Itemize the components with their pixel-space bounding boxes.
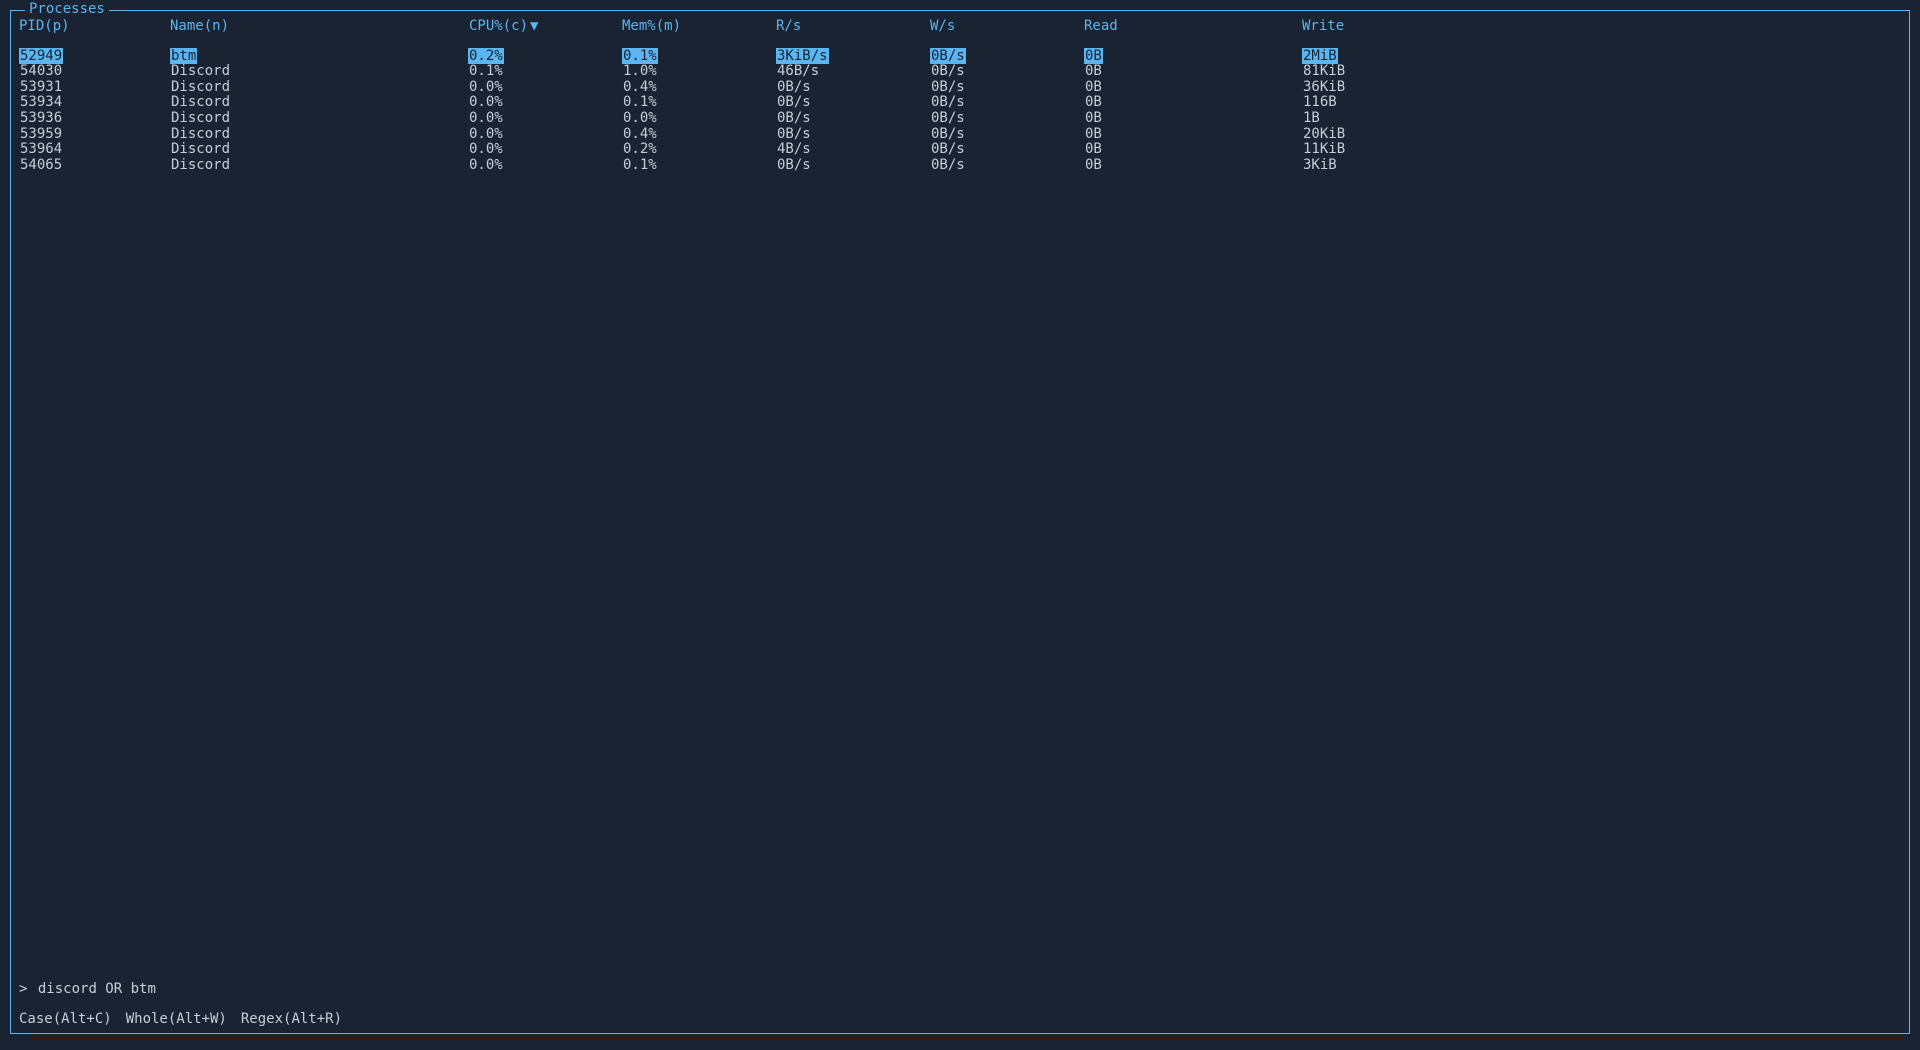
cell-write: 11KiB	[1302, 142, 1482, 157]
cell-name: Discord	[170, 127, 468, 142]
cell-ws: 0B/s	[930, 127, 1084, 142]
header-read[interactable]: Read	[1084, 19, 1302, 34]
cell-ws: 0B/s	[930, 111, 1084, 126]
header-write[interactable]: Write	[1302, 19, 1482, 34]
cell-read: 0B	[1084, 142, 1302, 157]
cell-ws: 0B/s	[930, 142, 1084, 157]
cell-rs: 0B/s	[776, 127, 930, 142]
cell-mem: 0.1%	[622, 95, 776, 110]
cell-rs: 46B/s	[776, 64, 930, 79]
search-options: Case(Alt+C) Whole(Alt+W) Regex(Alt+R)	[19, 1012, 356, 1027]
cell-write: 1B	[1302, 111, 1482, 126]
cell-read: 0B	[1084, 95, 1302, 110]
cell-rs: 0B/s	[776, 80, 930, 95]
cell-mem: 0.1%	[622, 158, 776, 173]
cell-cpu: 0.0%	[468, 142, 622, 157]
cell-read: 0B	[1084, 80, 1302, 95]
search-prompt-icon: >	[19, 981, 27, 997]
header-mem[interactable]: Mem%(m)	[622, 19, 776, 34]
search-input[interactable]: discord OR btm	[38, 981, 156, 997]
table-row[interactable]: 54065Discord0.0%0.1%0B/s0B/s0B3KiB	[15, 158, 1905, 174]
table-row[interactable]: 53934Discord0.0%0.1%0B/s0B/s0B116B	[15, 95, 1905, 111]
cell-pid: 53934	[15, 95, 170, 110]
cell-mem: 1.0%	[622, 64, 776, 79]
header-ws[interactable]: W/s	[930, 19, 1084, 34]
cell-mem: 0.4%	[622, 127, 776, 142]
cell-write: 20KiB	[1302, 127, 1482, 142]
option-regex[interactable]: Regex(Alt+R)	[241, 1011, 342, 1027]
table-row[interactable]: 53931Discord0.0%0.4%0B/s0B/s0B36KiB	[15, 80, 1905, 96]
table-body: 52949btm0.2%0.1%3KiB/s0B/s0B2MiB54030Dis…	[15, 49, 1905, 174]
cell-pid: 54030	[15, 64, 170, 79]
header-rs[interactable]: R/s	[776, 19, 930, 34]
cell-cpu: 0.1%	[468, 64, 622, 79]
cell-mem: 0.0%	[622, 111, 776, 126]
cell-cpu: 0.0%	[468, 158, 622, 173]
cell-rs: 4B/s	[776, 142, 930, 157]
option-whole[interactable]: Whole(Alt+W)	[126, 1011, 227, 1027]
table-row[interactable]: 53964Discord0.0%0.2%4B/s0B/s0B11KiB	[15, 142, 1905, 158]
cell-rs: 0B/s	[776, 111, 930, 126]
cell-read: 0B	[1084, 49, 1302, 64]
cell-read: 0B	[1084, 64, 1302, 79]
cell-write: 116B	[1302, 95, 1482, 110]
cell-name: Discord	[170, 80, 468, 95]
process-table: PID(p)Name(n)CPU%(c)▼Mem%(m)R/sW/sReadWr…	[15, 19, 1905, 173]
cell-ws: 0B/s	[930, 64, 1084, 79]
option-case[interactable]: Case(Alt+C)	[19, 1011, 112, 1027]
cell-rs: 3KiB/s	[776, 49, 930, 64]
cell-pid: 53936	[15, 111, 170, 126]
processes-panel: Processes PID(p)Name(n)CPU%(c)▼Mem%(m)R/…	[10, 10, 1910, 1034]
cell-mem: 0.1%	[622, 49, 776, 64]
cell-pid: 53964	[15, 142, 170, 157]
cell-pid: 53959	[15, 127, 170, 142]
table-row[interactable]: 53936Discord0.0%0.0%0B/s0B/s0B1B	[15, 111, 1905, 127]
cell-rs: 0B/s	[776, 158, 930, 173]
cell-mem: 0.4%	[622, 80, 776, 95]
cell-write: 36KiB	[1302, 80, 1482, 95]
cell-ws: 0B/s	[930, 80, 1084, 95]
cell-name: Discord	[170, 95, 468, 110]
cell-write: 3KiB	[1302, 158, 1482, 173]
cell-rs: 0B/s	[776, 95, 930, 110]
panel-title: Processes	[25, 2, 109, 17]
table-row[interactable]: 54030Discord0.1%1.0%46B/s0B/s0B81KiB	[15, 64, 1905, 80]
cell-mem: 0.2%	[622, 142, 776, 157]
cell-ws: 0B/s	[930, 158, 1084, 173]
cell-read: 0B	[1084, 127, 1302, 142]
cell-name: btm	[170, 49, 468, 64]
header-name[interactable]: Name(n)	[170, 19, 468, 34]
cell-write: 81KiB	[1302, 64, 1482, 79]
table-row[interactable]: 53959Discord0.0%0.4%0B/s0B/s0B20KiB	[15, 127, 1905, 143]
cell-read: 0B	[1084, 158, 1302, 173]
search-line[interactable]: > discord OR btm	[19, 982, 156, 997]
cell-pid: 53931	[15, 80, 170, 95]
header-cpu[interactable]: CPU%(c)▼	[468, 19, 622, 34]
cell-cpu: 0.2%	[468, 49, 622, 64]
cell-name: Discord	[170, 64, 468, 79]
cell-name: Discord	[170, 142, 468, 157]
cell-ws: 0B/s	[930, 95, 1084, 110]
cell-name: Discord	[170, 158, 468, 173]
sort-descending-icon: ▼	[529, 18, 539, 34]
cell-write: 2MiB	[1302, 49, 1482, 64]
table-row[interactable]: 52949btm0.2%0.1%3KiB/s0B/s0B2MiB	[15, 49, 1905, 65]
cell-ws: 0B/s	[930, 49, 1084, 64]
cell-read: 0B	[1084, 111, 1302, 126]
cell-cpu: 0.0%	[468, 80, 622, 95]
cell-pid: 54065	[15, 158, 170, 173]
table-header-row: PID(p)Name(n)CPU%(c)▼Mem%(m)R/sW/sReadWr…	[15, 19, 1905, 35]
header-pid[interactable]: PID(p)	[15, 19, 170, 34]
cell-pid: 52949	[15, 49, 170, 64]
cell-name: Discord	[170, 111, 468, 126]
cell-cpu: 0.0%	[468, 95, 622, 110]
cell-cpu: 0.0%	[468, 111, 622, 126]
cell-cpu: 0.0%	[468, 127, 622, 142]
